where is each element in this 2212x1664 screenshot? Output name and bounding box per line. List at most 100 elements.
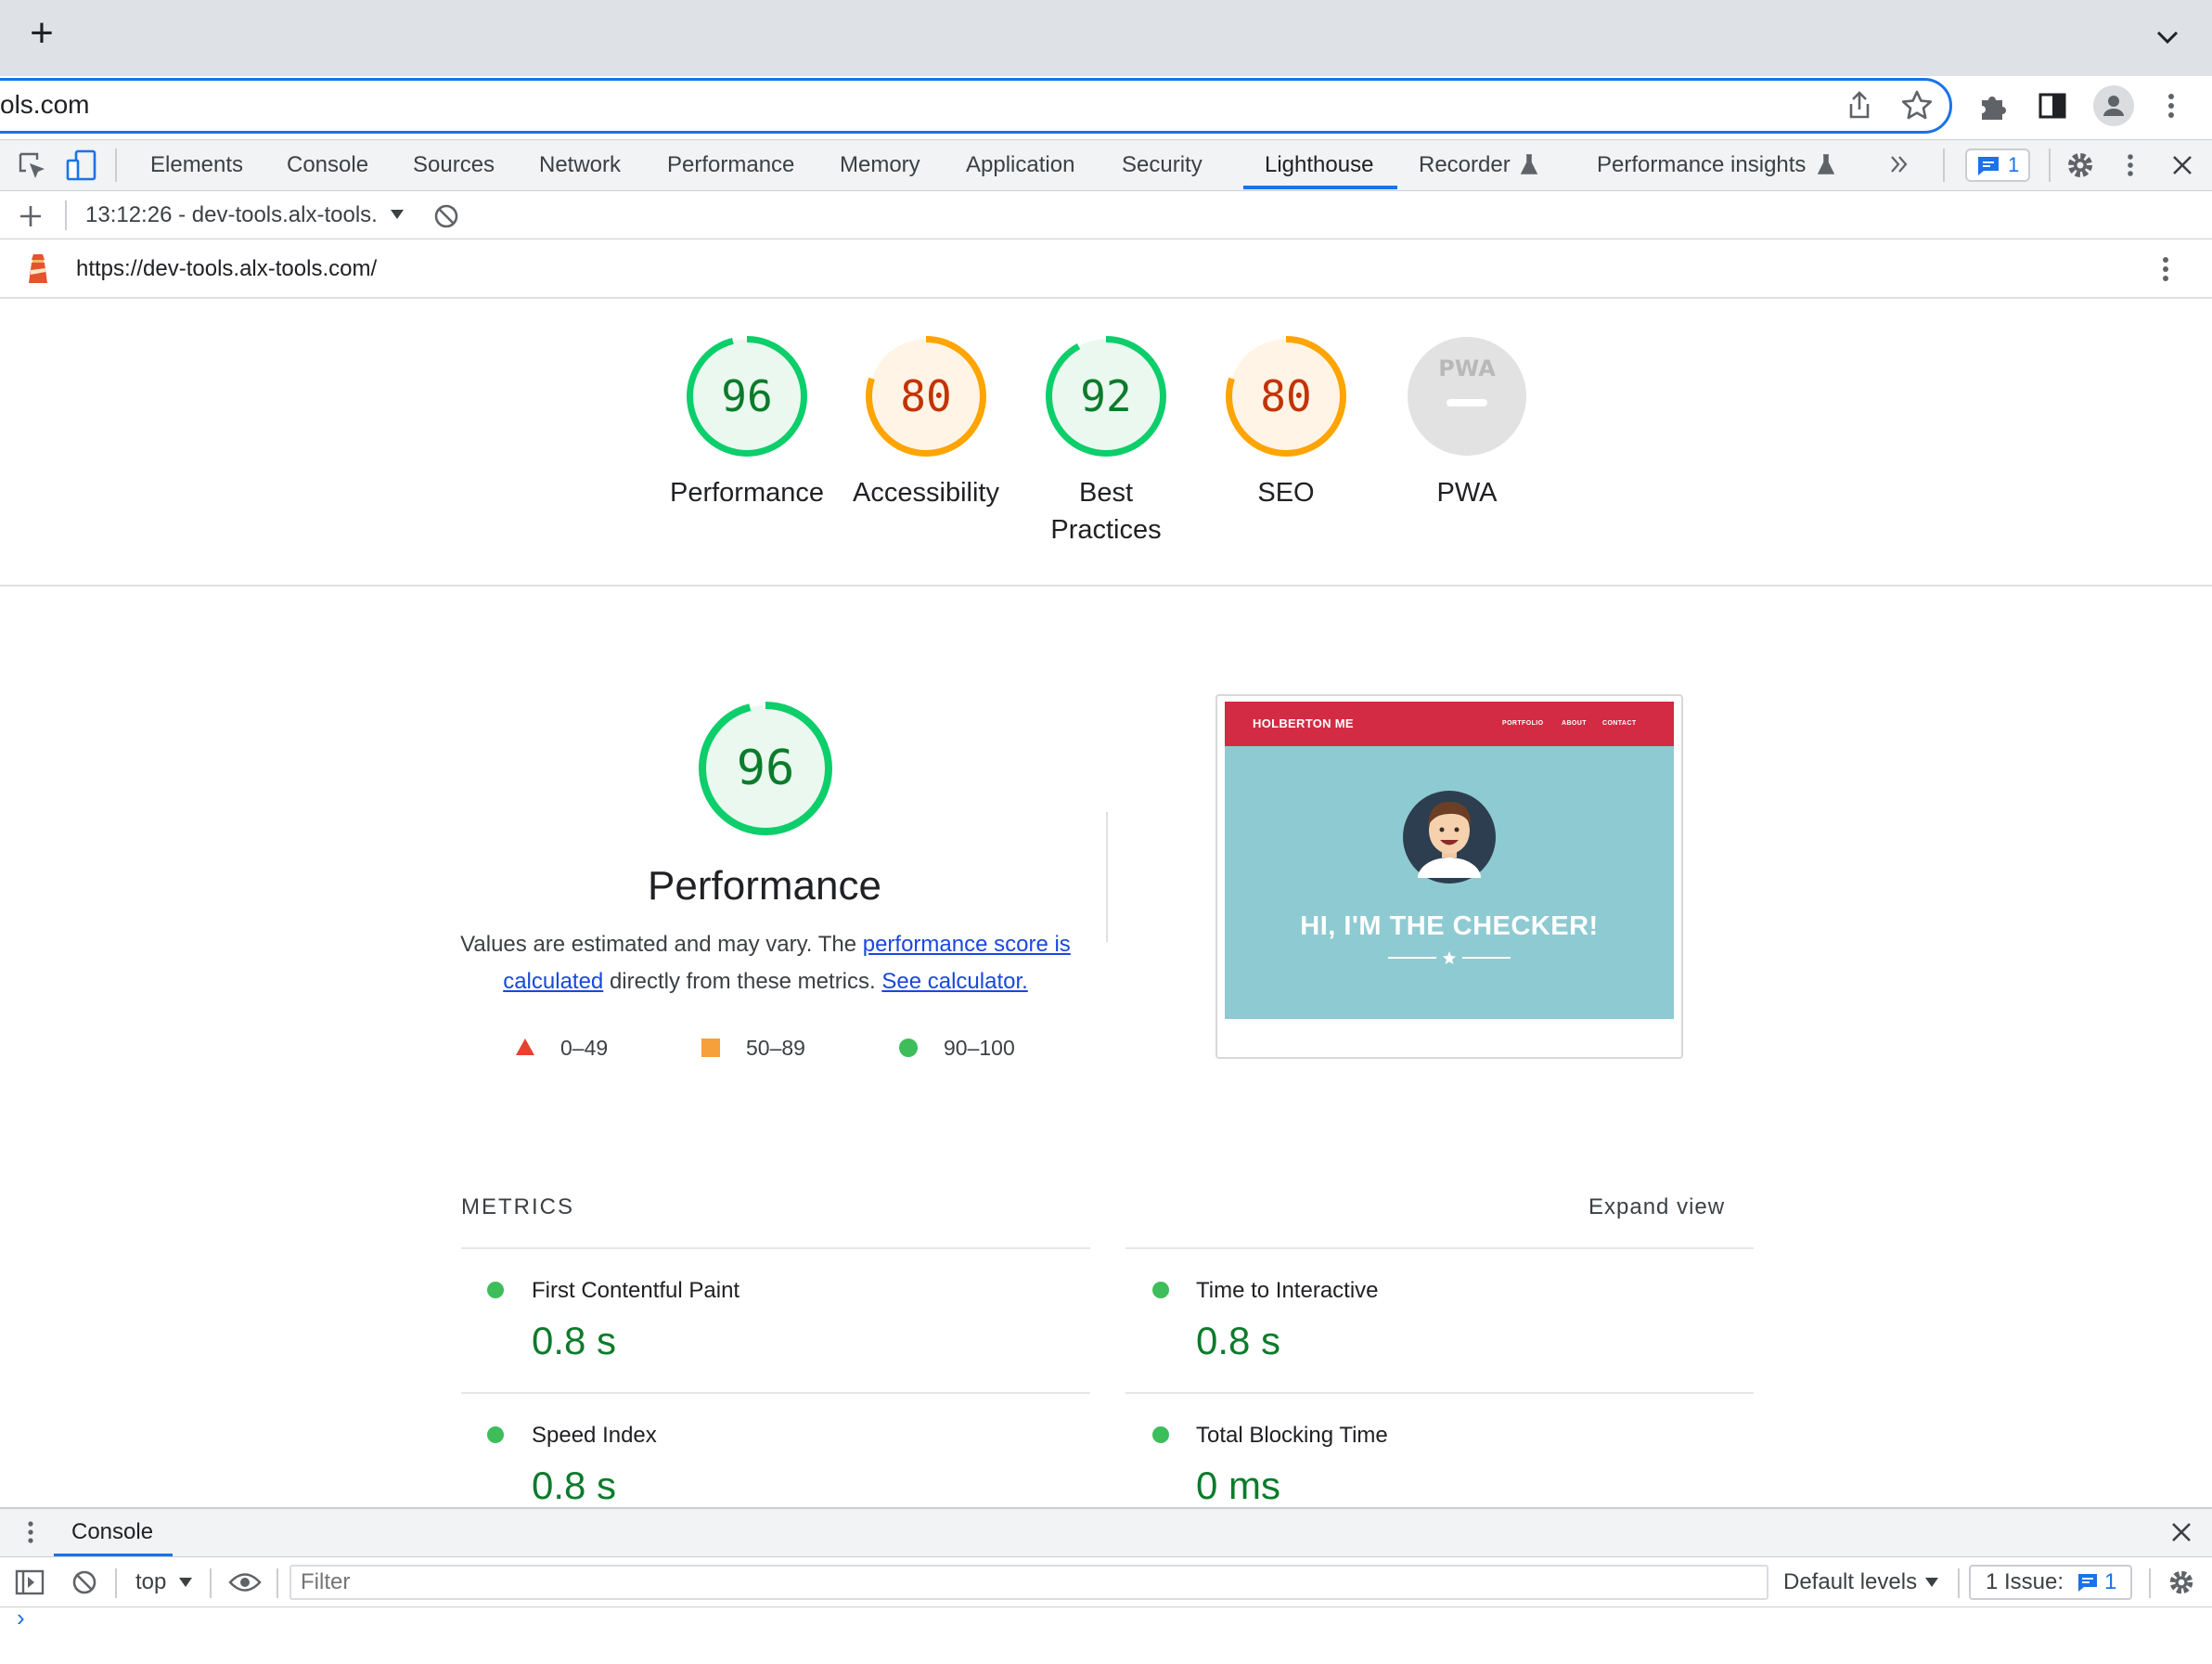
- more-tabs-chevron-icon[interactable]: [1887, 152, 1911, 176]
- report-url[interactable]: https://dev-tools.alx-tools.com/: [76, 252, 377, 286]
- gauge-score: 96: [721, 371, 773, 421]
- tab-security[interactable]: Security: [1122, 139, 1202, 191]
- tab-performance-insights[interactable]: Performance insights: [1597, 139, 1806, 191]
- metric-value: 0 ms: [1196, 1464, 1281, 1507]
- metric-rule: [461, 1247, 1090, 1249]
- pwa-badge-text: PWA: [1438, 355, 1496, 381]
- toolbar-separator: [210, 1568, 212, 1598]
- issues-badge-count: 1: [2008, 153, 2020, 176]
- gauge-score: 80: [900, 371, 952, 421]
- device-toolbar-icon[interactable]: [65, 148, 98, 182]
- show-sidebar-icon[interactable]: [15, 1568, 45, 1596]
- pass-circle-icon: [899, 1038, 918, 1057]
- metric-label: Time to Interactive: [1196, 1278, 1379, 1303]
- desc-text: Values are estimated and may vary. The: [460, 932, 863, 957]
- tab-console[interactable]: Console: [287, 139, 368, 191]
- new-report-plus-icon[interactable]: [17, 202, 45, 230]
- gauge-label[interactable]: Performance: [649, 474, 844, 511]
- performance-divider: [1106, 812, 1108, 942]
- close-drawer-icon[interactable]: [2169, 1520, 2193, 1544]
- side-panel-icon[interactable]: [2034, 87, 2071, 124]
- gauge-label[interactable]: Accessibility: [829, 474, 1023, 511]
- share-icon[interactable]: [1841, 87, 1878, 124]
- legend-average-range: 50–89: [746, 1036, 805, 1060]
- metrics-heading: METRICS: [461, 1194, 574, 1219]
- bookmark-star-icon[interactable]: [1898, 87, 1936, 124]
- metric-value: 0.8 s: [532, 1319, 617, 1362]
- browser-menu-kebab-icon[interactable]: [2160, 89, 2182, 123]
- gauge-label[interactable]: SEO: [1189, 474, 1383, 511]
- live-expression-eye-icon[interactable]: [228, 1570, 262, 1594]
- tabbar-separator: [2049, 148, 2051, 182]
- expand-view-toggle[interactable]: Expand view: [1588, 1193, 1725, 1221]
- tab-strip: [0, 0, 2212, 76]
- dropdown-arrow-icon[interactable]: [390, 208, 405, 221]
- toolbar-separator: [2149, 1568, 2151, 1598]
- lighthouse-logo-icon: [29, 254, 47, 283]
- issues-count-number: 1: [2104, 1569, 2117, 1594]
- tab-search-chevron-icon[interactable]: [2151, 20, 2184, 54]
- gauge-label[interactable]: Best Practices: [1027, 474, 1185, 548]
- metric-value: 0.8 s: [532, 1464, 617, 1507]
- clear-reports-icon[interactable]: [432, 202, 460, 230]
- report-history-select[interactable]: 13:12:26 - dev-tools.alx-tools.: [85, 199, 378, 232]
- see-calculator-link[interactable]: See calculator.: [881, 969, 1027, 994]
- inspect-element-icon[interactable]: [17, 150, 48, 182]
- screenshot-avatar-illustration: [1403, 791, 1496, 884]
- console-prompt[interactable]: ›: [17, 1604, 25, 1632]
- dropdown-arrow-icon[interactable]: [178, 1576, 193, 1589]
- tab-network[interactable]: Network: [539, 139, 621, 191]
- dropdown-arrow-icon[interactable]: [1924, 1576, 1939, 1589]
- address-text[interactable]: ols.com: [0, 89, 89, 121]
- issues-count-label: 1 Issue:: [1986, 1569, 2064, 1594]
- pass-dot-icon: [1152, 1426, 1169, 1443]
- gauge-score: 92: [1080, 371, 1132, 421]
- tab-sources[interactable]: Sources: [413, 139, 495, 191]
- drawer-tab-console[interactable]: Console: [71, 1515, 153, 1550]
- tabbar-separator: [1943, 148, 1945, 182]
- settings-gear-icon[interactable]: [2064, 148, 2097, 182]
- section-divider: [0, 585, 2212, 587]
- performance-description: Values are estimated and may vary. The p…: [455, 926, 1076, 1000]
- metric-rule: [461, 1392, 1090, 1394]
- screenshot-headline: HI, I'M THE CHECKER!: [1300, 911, 1599, 941]
- report-bar-separator: [65, 200, 67, 230]
- log-levels-select[interactable]: Default levels: [1783, 1567, 1917, 1598]
- gauge-pwa[interactable]: PWA: [1406, 335, 1528, 462]
- clear-console-icon[interactable]: [71, 1568, 98, 1596]
- experimental-flask-icon: [1817, 154, 1835, 174]
- report-tools-kebab-icon[interactable]: [2154, 252, 2177, 286]
- tab-recorder[interactable]: Recorder: [1419, 139, 1511, 191]
- new-tab-button[interactable]: +: [22, 13, 61, 54]
- screenshot-brand: HOLBERTON ME: [1253, 716, 1354, 730]
- console-settings-gear-icon[interactable]: [2166, 1567, 2197, 1598]
- pass-dot-icon: [487, 1282, 504, 1298]
- toolbar-separator: [115, 1568, 117, 1598]
- address-bar[interactable]: [0, 78, 1952, 134]
- tab-memory[interactable]: Memory: [840, 139, 920, 191]
- toolbar-separator: [1958, 1568, 1960, 1598]
- screenshot-nav-item: CONTACT: [1602, 720, 1637, 727]
- console-filter-input[interactable]: [289, 1565, 1768, 1600]
- devtools-menu-kebab-icon[interactable]: [2119, 150, 2141, 180]
- close-devtools-icon[interactable]: [2169, 152, 2195, 178]
- legend-pass-range: 90–100: [944, 1036, 1015, 1060]
- issues-message-icon: [2078, 1574, 2097, 1592]
- tabbar-separator: [115, 148, 117, 182]
- tab-lighthouse[interactable]: Lighthouse: [1265, 139, 1373, 191]
- tab-elements[interactable]: Elements: [150, 139, 243, 191]
- drawer-active-indicator: [54, 1554, 173, 1556]
- tab-performance[interactable]: Performance: [667, 139, 794, 191]
- metric-label: First Contentful Paint: [532, 1278, 740, 1303]
- person-icon: [2103, 96, 2124, 116]
- experimental-flask-icon: [1520, 154, 1538, 174]
- gauge-label[interactable]: PWA: [1370, 474, 1564, 511]
- issues-message-icon: [1978, 157, 1999, 175]
- tab-application[interactable]: Application: [966, 139, 1074, 191]
- pass-dot-icon: [1152, 1282, 1169, 1298]
- extensions-puzzle-icon[interactable]: [1974, 87, 2012, 124]
- drawer-menu-kebab-icon[interactable]: [20, 1516, 41, 1548]
- drawer-tabbar: [0, 1507, 2212, 1557]
- context-select[interactable]: top: [135, 1567, 166, 1598]
- screenshot-star-divider: [1388, 951, 1511, 964]
